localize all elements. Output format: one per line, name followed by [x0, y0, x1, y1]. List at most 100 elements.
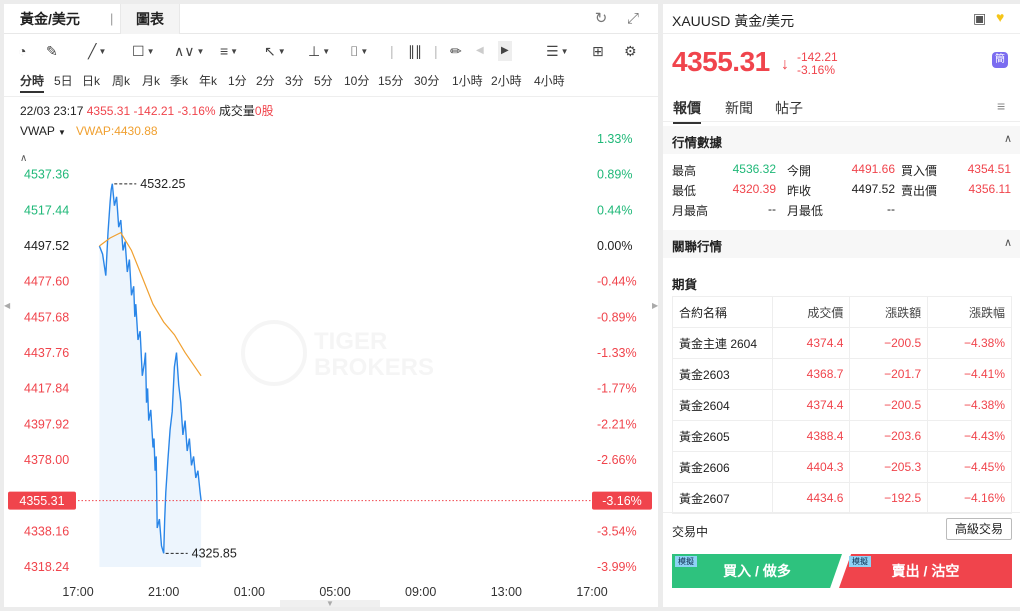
quote-tab-2[interactable]: 帖子 — [775, 98, 803, 118]
kv-value: 4536.32 — [732, 162, 776, 176]
watermark-line2: BROKERS — [314, 354, 434, 381]
kv-key: 最高 — [672, 164, 697, 178]
futures-header: 成交價 — [771, 296, 851, 328]
related-title: 關聯行情 — [672, 240, 723, 254]
quote-tabs: 報價 新聞 帖子 ≡ — [663, 94, 1020, 124]
table-cell: 4374.4 — [771, 389, 851, 421]
table-row[interactable]: 黃金2605 4388.4 −203.6 −4.43% — [672, 420, 1012, 452]
table-row[interactable]: 黃金2604 4374.4 −200.5 −4.38% — [672, 389, 1012, 421]
x-tick-label: 05:00 — [319, 585, 350, 599]
table-cell: 4368.7 — [771, 358, 851, 390]
y-tick-label: 4397.92 — [24, 417, 69, 431]
favorite-heart-icon[interactable]: ♥ — [996, 9, 1004, 25]
pct-tick-label: -2.21% — [597, 417, 637, 431]
kv-key: 今開 — [787, 164, 812, 178]
pct-tick-label: -1.33% — [597, 346, 637, 360]
table-cell: 4404.3 — [771, 451, 851, 483]
table-row[interactable]: 黃金2606 4404.3 −205.3 −4.45% — [672, 451, 1012, 483]
bookmark-icon[interactable]: ▣ — [973, 10, 986, 27]
kv-key: 買入價 — [901, 164, 938, 178]
watermark: TIGER BROKERS — [241, 320, 434, 386]
pct-tick-label: -0.89% — [597, 310, 637, 324]
language-badge-icon[interactable]: 簡 — [992, 52, 1008, 68]
x-tick-label: 17:00 — [576, 585, 607, 599]
table-cell: 4388.4 — [771, 420, 851, 452]
quote-title: XAUUSD 黃金/美元 — [672, 13, 795, 29]
trade-divider — [663, 512, 1020, 513]
y-tick-label: 4497.52 — [24, 239, 69, 253]
futures-header: 漲跌額 — [849, 296, 929, 328]
table-cell: 黃金2607 — [672, 482, 773, 514]
table-cell: −205.3 — [849, 451, 929, 483]
kv-key: 最低 — [672, 184, 697, 198]
pct-tick-label: 0.00% — [597, 239, 632, 253]
sim-tag-buy: 模擬 — [675, 556, 697, 567]
pct-tick-label: 0.44% — [597, 203, 632, 217]
current-price-tag: 4355.31 — [19, 494, 64, 508]
futures-table: 合約名稱 成交價 漲跌額 漲跌幅 黃金主連 2604 4374.4 −200.5 −4.38… — [672, 296, 1012, 514]
table-cell: 黃金2605 — [672, 420, 773, 452]
market-data-header[interactable]: 行情數據 ∧ — [663, 126, 1020, 154]
futures-header: 合約名稱 — [672, 296, 773, 328]
quote-header: XAUUSD 黃金/美元 ▣ ♥ — [663, 4, 1020, 34]
table-row[interactable]: 黃金主連 2604 4374.4 −200.5 −4.38% — [672, 327, 1012, 359]
pct-tick-label: -0.44% — [597, 275, 637, 289]
price-chart[interactable]: TIGER BROKERS 4537.36 4517.44 4497.52 4477.… — [4, 4, 658, 607]
buy-button[interactable]: 買入 / 做多 — [672, 554, 842, 588]
table-cell: −4.38% — [927, 389, 1012, 421]
kv-value: -- — [887, 202, 895, 216]
collapse-left-icon[interactable]: ◀ — [4, 294, 10, 318]
x-tick-label: 21:00 — [148, 585, 179, 599]
pct-tick-label: -1.77% — [597, 382, 637, 396]
price-change: -142.21 — [797, 50, 838, 64]
kv-key: 賣出價 — [901, 184, 938, 198]
futures-label: 期貨 — [672, 278, 698, 292]
table-cell: −4.16% — [927, 482, 1012, 514]
kv-value: 4320.39 — [732, 182, 776, 196]
y-tick-label: 4437.76 — [24, 346, 69, 360]
y-tick-label: 4517.44 — [24, 203, 69, 217]
market-data-title: 行情數據 — [672, 136, 723, 150]
related-header[interactable]: 關聯行情 ∧ — [663, 230, 1020, 258]
table-cell: −203.6 — [849, 420, 929, 452]
chevron-up-icon[interactable]: ∧ — [1004, 132, 1012, 145]
kv-value: -- — [768, 202, 776, 216]
table-cell: −4.43% — [927, 420, 1012, 452]
table-cell: −200.5 — [849, 327, 929, 359]
table-cell: 黃金2604 — [672, 389, 773, 421]
price-change-pct: -3.16% — [797, 63, 836, 77]
kv-value: 4356.11 — [968, 182, 1012, 196]
pct-tick-label: 1.33% — [597, 132, 632, 146]
table-cell: 黃金主連 2604 — [672, 327, 773, 359]
menu-icon[interactable]: ≡ — [997, 98, 1005, 114]
collapse-right-icon[interactable]: ▶ — [652, 294, 658, 318]
sim-tag-sell: 模擬 — [849, 556, 871, 567]
watermark-line1: TIGER — [314, 328, 387, 355]
pct-tick-label: 0.89% — [597, 168, 632, 182]
table-cell: 4374.4 — [771, 327, 851, 359]
table-cell: 黃金2606 — [672, 451, 773, 483]
high-label: 4532.25 — [140, 177, 185, 191]
y-tick-label: 4318.24 — [24, 560, 69, 574]
price-area — [99, 183, 202, 567]
y-tick-label: 4378.00 — [24, 453, 69, 467]
pct-tick-label: -3.54% — [597, 524, 637, 538]
kv-key: 昨收 — [787, 184, 812, 198]
table-cell: −201.7 — [849, 358, 929, 390]
futures-header: 漲跌幅 — [927, 296, 1012, 328]
collapse-chevron-icon: ∧ — [20, 153, 27, 164]
quote-tab-1[interactable]: 新聞 — [725, 98, 753, 118]
y-tick-label: 4417.84 — [24, 382, 69, 396]
kv-value: 4497.52 — [851, 182, 895, 196]
table-cell: −4.38% — [927, 327, 1012, 359]
table-row[interactable]: 黃金2603 4368.7 −201.7 −4.41% — [672, 358, 1012, 390]
last-price: 4355.31 — [672, 46, 770, 77]
table-row[interactable]: 黃金2607 4434.6 −192.5 −4.16% — [672, 482, 1012, 514]
chart-scroll-handle[interactable]: ▼ — [280, 600, 380, 608]
quote-tab-0[interactable]: 報價 — [673, 98, 701, 124]
kv-value: 4491.66 — [851, 162, 895, 176]
advanced-trade-button[interactable]: 高級交易 — [946, 518, 1012, 540]
y-tick-label: 4477.60 — [24, 275, 69, 289]
table-cell: −192.5 — [849, 482, 929, 514]
chevron-up-icon[interactable]: ∧ — [1004, 236, 1012, 249]
